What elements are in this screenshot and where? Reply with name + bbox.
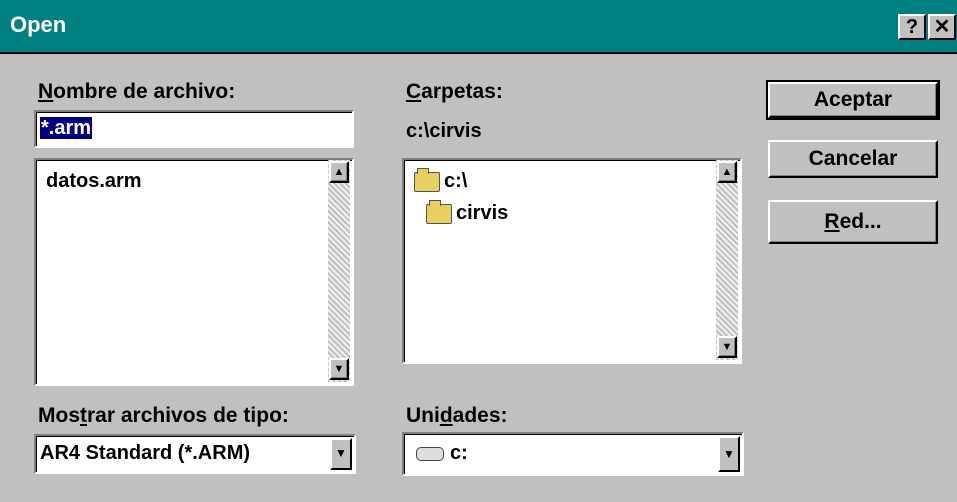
drives-label: Unidades: — [406, 404, 508, 427]
scroll-down-arrow-icon[interactable]: ▼ — [717, 336, 737, 358]
drive-selected: c: — [416, 442, 468, 465]
filename-input-value: *.arm — [40, 117, 93, 139]
file-list[interactable]: datos.arm ▲ ▼ — [34, 158, 354, 386]
filename-input[interactable]: *.arm — [34, 110, 354, 148]
file-type-label: Mostrar archivos de tipo: — [38, 404, 289, 427]
scroll-up-arrow-icon[interactable]: ▲ — [329, 161, 349, 183]
filename-label: Nombre de archivo: — [38, 80, 236, 103]
open-folder-icon — [414, 167, 440, 192]
folders-label: Carpetas: — [406, 80, 503, 103]
scroll-down-arrow-icon[interactable]: ▼ — [329, 358, 349, 380]
dropdown-arrow-icon[interactable]: ▼ — [330, 438, 352, 470]
accept-button[interactable]: Aceptar — [766, 80, 940, 120]
network-button[interactable]: Red... — [768, 200, 938, 244]
close-button[interactable]: ✕ — [928, 14, 956, 40]
drive-icon — [416, 446, 444, 461]
folder-list-item[interactable]: c:\ — [414, 167, 468, 193]
folder-item-label: cirvis — [456, 202, 509, 224]
drive-selected-label: c: — [450, 442, 468, 464]
file-type-selected: AR4 Standard (*.ARM) — [40, 442, 251, 464]
title-bar: Open ? ✕ — [0, 0, 957, 54]
cancel-button[interactable]: Cancelar — [768, 140, 938, 178]
window-title: Open — [10, 12, 67, 37]
folder-list[interactable]: c:\ cirvis ▲ ▼ — [402, 158, 742, 364]
scroll-up-arrow-icon[interactable]: ▲ — [717, 161, 737, 183]
folder-item-label: c:\ — [444, 170, 468, 192]
current-path: c:\cirvis — [406, 120, 482, 142]
file-list-scrollbar[interactable]: ▲ ▼ — [328, 160, 350, 382]
dropdown-arrow-icon[interactable]: ▼ — [718, 436, 740, 472]
file-type-select[interactable]: AR4 Standard (*.ARM) ▼ — [34, 434, 356, 474]
file-list-item[interactable]: datos.arm — [46, 170, 142, 193]
open-folder-icon — [426, 199, 452, 224]
drive-select[interactable]: c: ▼ — [402, 432, 744, 476]
help-button[interactable]: ? — [898, 14, 926, 40]
folder-list-item[interactable]: cirvis — [426, 199, 509, 225]
folder-list-scrollbar[interactable]: ▲ ▼ — [716, 160, 738, 360]
